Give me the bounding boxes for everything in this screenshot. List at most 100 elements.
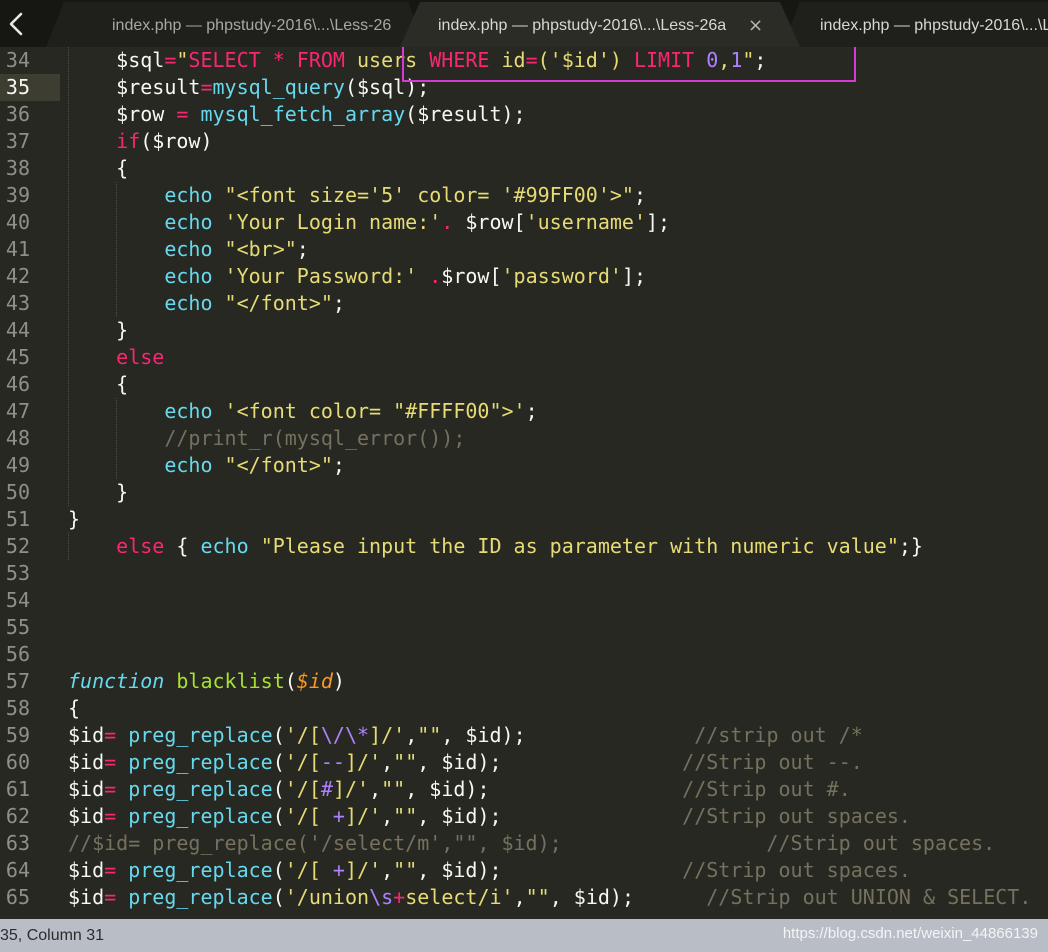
code-line[interactable]: }	[68, 479, 128, 506]
tab-less-26a[interactable]: index.php — phpstudy-2016\...\Less-26a ×	[400, 2, 800, 47]
code-token: ""	[393, 804, 418, 828]
code-token: (	[272, 777, 285, 801]
line-number: 34	[5, 48, 30, 72]
tab-less-25[interactable]: index.php — phpstudy-2016\...\Less-25	[782, 2, 1048, 47]
code-token: //print_r(mysql_error());	[164, 426, 466, 450]
code-line[interactable]: $id= preg_replace('/union\s+select/i',""…	[68, 884, 1031, 911]
code-token: '/[	[284, 777, 321, 801]
code-token: #	[320, 777, 333, 801]
line-number: 49	[5, 453, 30, 477]
code-line[interactable]: $id= preg_replace('/[ +]/',"", $id); //S…	[68, 803, 911, 830]
code-line[interactable]: //print_r(mysql_error());	[68, 425, 465, 452]
line-number: 39	[5, 183, 30, 207]
code-token: , $id);	[549, 885, 707, 909]
code-token: (	[272, 804, 285, 828]
code-token: $id	[68, 723, 105, 747]
code-line[interactable]: {	[68, 371, 128, 398]
code-token: $row	[68, 102, 177, 126]
code-token: =	[104, 858, 117, 882]
code-line[interactable]: $id= preg_replace('/[#]/',"", $id); //St…	[68, 776, 851, 803]
code-token: =	[200, 75, 213, 99]
code-token: else	[116, 534, 165, 558]
code-editor[interactable]: 34 35 36 37 38 39 40 41 42 43 44 45 46 47 48 49 50 51 52 53…	[0, 47, 1048, 919]
code-token: =	[104, 885, 117, 909]
code-line[interactable]: echo "</font>";	[68, 452, 345, 479]
code-token: {	[68, 696, 81, 720]
code-token: ]/'	[344, 750, 382, 774]
code-token: preg_replace	[128, 885, 273, 909]
line-number: 36	[5, 102, 30, 126]
code-token: {	[164, 534, 201, 558]
code-line[interactable]: $result=mysql_query($sql);	[68, 74, 429, 101]
line-number: 65	[5, 885, 30, 909]
code-token: (	[272, 858, 285, 882]
code-line[interactable]: $id= preg_replace('/[ +]/',"", $id); //S…	[68, 857, 911, 884]
code-line[interactable]: echo 'Your Login name:'. $row['username'…	[68, 209, 670, 236]
chevron-left-icon[interactable]	[4, 11, 30, 37]
code-token: "Please input the ID as parameter with n…	[260, 534, 899, 558]
code-line[interactable]: else { echo "Please input the ID as para…	[68, 533, 923, 560]
tab-label: index.php — phpstudy-2016\...\Less-26	[112, 17, 392, 34]
code-line[interactable]: $id= preg_replace('/[--]/',"", $id); //S…	[68, 749, 863, 776]
code-token: preg_replace	[128, 804, 273, 828]
code-line[interactable]: }	[68, 506, 80, 533]
code-token: echo	[164, 453, 213, 477]
code-token: , $id);	[417, 858, 683, 882]
code-line[interactable]: $id= preg_replace('/[\/\*]/',"", $id); /…	[68, 722, 863, 749]
code-line[interactable]: function blacklist($id)	[68, 668, 345, 695]
line-number: 59	[5, 723, 30, 747]
line-number: 47	[5, 399, 30, 423]
code-token: }	[68, 318, 129, 342]
code-token: .	[441, 210, 454, 234]
editor-window: index.php — phpstudy-2016\...\Less-26 in…	[0, 0, 1048, 952]
highlight-annotation-box	[402, 47, 856, 82]
code-line[interactable]: else	[68, 344, 164, 371]
code-line[interactable]: echo 'Your Password:' .$row['password'];	[68, 263, 646, 290]
code-line[interactable]: $row = mysql_fetch_array($result);	[68, 101, 526, 128]
tab-less-26[interactable]: index.php — phpstudy-2016\...\Less-26	[46, 2, 426, 47]
code-line[interactable]: {	[68, 695, 80, 722]
code-line[interactable]: echo '<font color= "#FFFF00">';	[68, 398, 537, 425]
code-token: else	[116, 345, 165, 369]
code-token: '<font color= "#FFFF00">'	[224, 399, 526, 423]
code-token: ]/'	[344, 858, 382, 882]
code-token: ($result);	[405, 102, 526, 126]
code-token: "<br>"	[224, 237, 297, 261]
code-line[interactable]: }	[68, 317, 128, 344]
code-line[interactable]: {	[68, 155, 128, 182]
code-token: echo	[164, 237, 213, 261]
code-token: preg_replace	[128, 777, 273, 801]
status-bar: 35, Column 31 https://blog.csdn.net/weix…	[0, 919, 1048, 952]
code-token: //Strip out spaces.	[682, 858, 911, 882]
code-line[interactable]: if($row)	[68, 128, 212, 155]
code-token: =	[104, 777, 117, 801]
code-line[interactable]: echo "<font size='5' color= '#99FF00'>";	[68, 182, 646, 209]
code-token: ""	[417, 723, 442, 747]
code-line[interactable]: echo "</font>";	[68, 290, 345, 317]
code-line[interactable]: //$id= preg_replace('/select/m',"", $id)…	[68, 830, 995, 857]
code-token: $id	[68, 885, 105, 909]
tab-label: index.php — phpstudy-2016\...\Less-25	[820, 17, 1048, 34]
line-number: 35	[5, 75, 30, 99]
code-token: ""	[393, 750, 418, 774]
code-token: +	[320, 858, 345, 882]
close-icon[interactable]: ×	[748, 15, 763, 36]
line-number: 64	[5, 858, 30, 882]
code-token: =	[104, 750, 117, 774]
code-line[interactable]: echo "<br>";	[68, 236, 309, 263]
watermark: https://blog.csdn.net/weixin_44866139	[782, 925, 1038, 942]
code-token: ""	[393, 858, 418, 882]
code-token: ;	[332, 291, 345, 315]
code-token: +	[320, 804, 345, 828]
line-number: 62	[5, 804, 30, 828]
code-token: ]/'	[369, 723, 406, 747]
